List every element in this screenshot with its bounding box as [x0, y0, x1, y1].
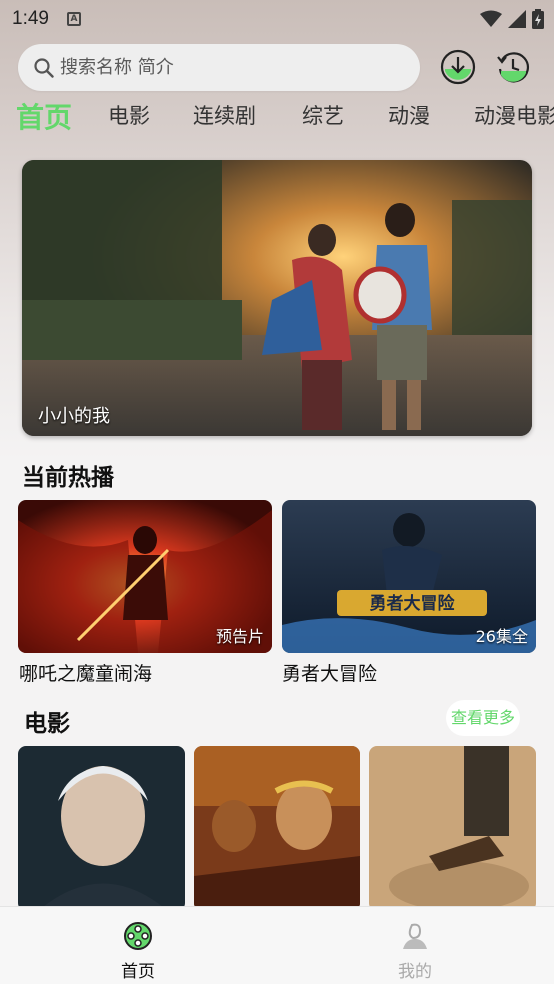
signal-icon [508, 10, 526, 28]
tab-movies[interactable]: 电影 [108, 100, 150, 130]
search-box[interactable] [18, 44, 420, 91]
now-playing-card[interactable]: 预告片 [18, 500, 272, 653]
banner-title: 小小的我 [38, 406, 110, 427]
tab-variety[interactable]: 综艺 [302, 100, 344, 130]
poster-image [18, 746, 185, 911]
category-tabs: 首页 电影 连续剧 综艺 动漫 动漫电影 [0, 100, 554, 144]
search-input[interactable] [60, 57, 400, 78]
notification-icon: A [66, 12, 81, 26]
tab-home[interactable]: 首页 [16, 100, 72, 136]
view-more-button[interactable]: 查看更多 [446, 700, 520, 736]
featured-banner[interactable]: 小小的我 [22, 160, 532, 436]
poster-image [369, 746, 536, 911]
movie-card[interactable] [194, 746, 360, 911]
status-bar: 1:49 A [0, 0, 554, 38]
nav-home-label: 首页 [121, 962, 155, 982]
nav-profile[interactable]: 我的 [375, 921, 455, 982]
film-reel-icon [124, 922, 152, 950]
battery-icon [532, 9, 544, 29]
nav-home[interactable]: 首页 [98, 921, 178, 982]
wifi-icon [480, 10, 502, 27]
nav-profile-label: 我的 [398, 962, 432, 982]
download-icon[interactable] [440, 49, 476, 85]
tab-anime[interactable]: 动漫 [388, 100, 430, 130]
poster-image [194, 746, 360, 911]
profile-icon [403, 923, 427, 949]
tab-anime-movies[interactable]: 动漫电影 [474, 100, 554, 130]
now-playing-title: 当前热播 [22, 465, 114, 491]
history-icon[interactable] [495, 49, 531, 85]
status-icons [480, 9, 544, 29]
tab-series[interactable]: 连续剧 [193, 100, 256, 130]
now-playing-card[interactable]: 勇者大冒险 26集全 [282, 500, 536, 653]
movies-section-title: 电影 [24, 711, 70, 737]
card-badge: 26集全 [475, 627, 528, 646]
card-title: 勇者大冒险 [282, 663, 378, 685]
status-time: 1:49 [12, 8, 49, 29]
svg-text:勇者大冒险: 勇者大冒险 [370, 593, 456, 614]
search-icon [34, 57, 54, 78]
bottom-navigation: 首页 我的 [0, 906, 554, 984]
card-badge: 预告片 [215, 627, 264, 646]
movie-card[interactable] [369, 746, 536, 911]
card-title: 哪吒之魔童闹海 [19, 663, 153, 685]
banner-image [22, 160, 532, 436]
movie-card[interactable] [18, 746, 185, 911]
